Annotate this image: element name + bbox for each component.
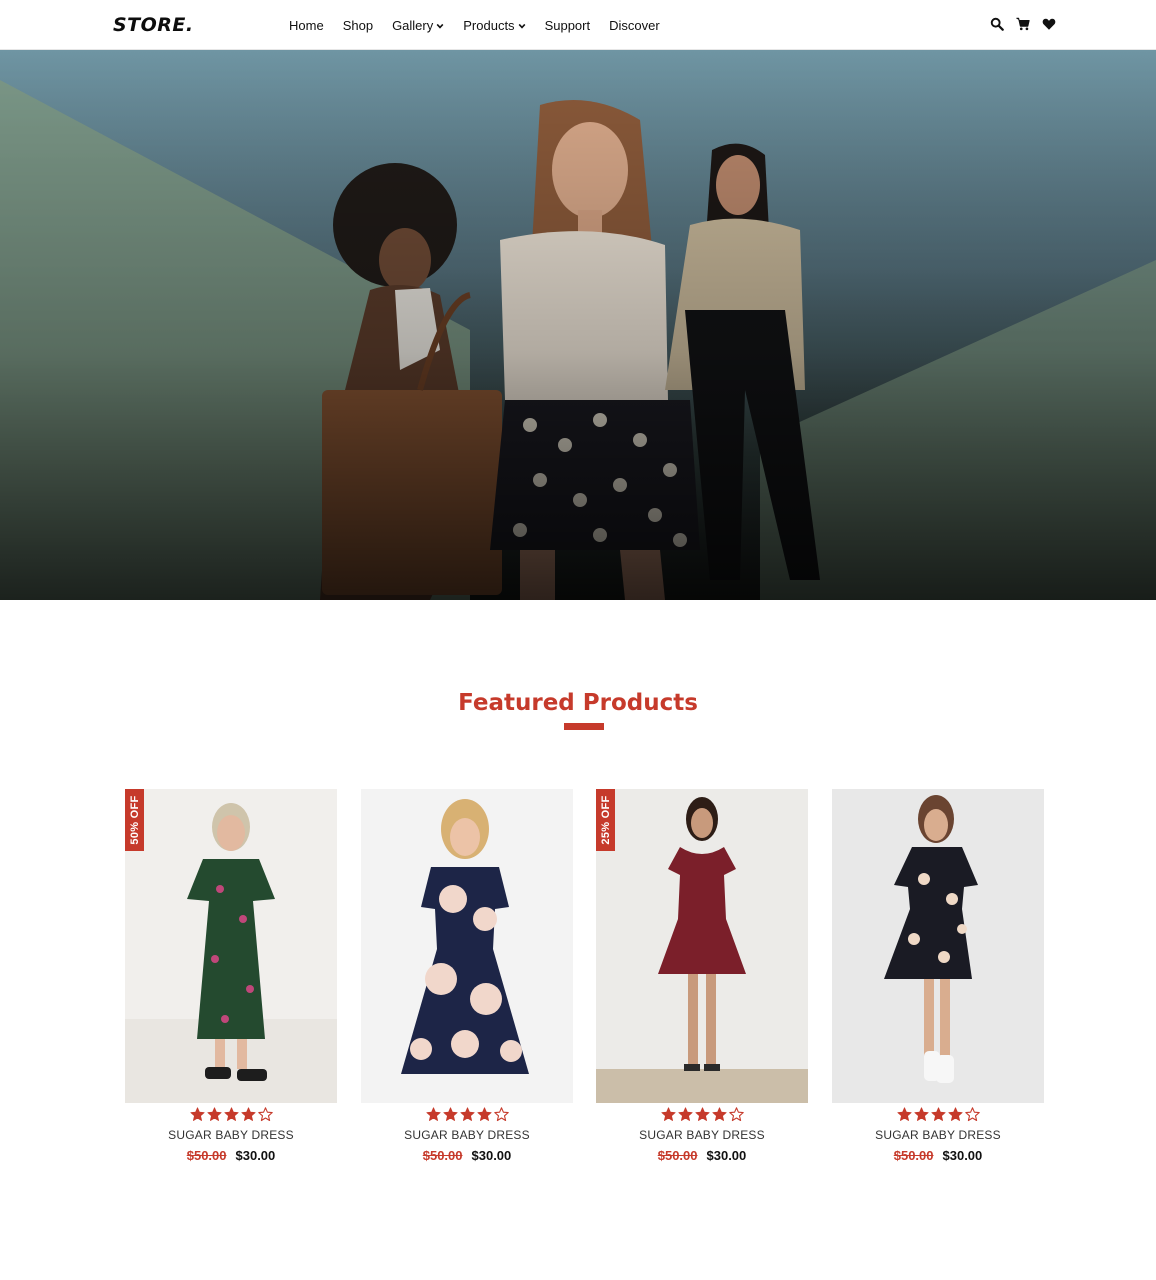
nav-item-label: Home [289, 18, 324, 33]
star-filled-icon [240, 1107, 256, 1121]
original-price: $50.00 [657, 1148, 698, 1163]
star-filled-icon [711, 1107, 727, 1121]
star-filled-icon [206, 1107, 222, 1121]
product-card[interactable]: SUGAR BABY DRESS $50.00 $30.00 [361, 789, 573, 1169]
nav-item-home[interactable]: Home [289, 18, 324, 33]
search-icon[interactable] [990, 17, 1004, 31]
nav-item-label: Discover [609, 18, 660, 33]
sale-price: $30.00 [706, 1148, 747, 1163]
star-filled-icon [930, 1107, 946, 1121]
discount-badge-label: 50% OFF [128, 795, 141, 845]
discount-badge: 50% OFF [125, 789, 144, 851]
product-image[interactable]: 50% OFF [125, 789, 337, 1103]
nav-item-support[interactable]: Support [545, 18, 591, 33]
star-filled-icon [947, 1107, 963, 1121]
nav-item-label: Products [463, 18, 515, 33]
product-price: $50.00 $30.00 [596, 1148, 808, 1163]
product-card[interactable]: SUGAR BABY DRESS $50.00 $30.00 [832, 789, 1044, 1169]
star-filled-icon [442, 1107, 458, 1121]
product-card[interactable]: 50% OFF SUGAR BABY DRESS $50.00 $30.00 [125, 789, 337, 1169]
star-filled-icon [459, 1107, 475, 1121]
product-name[interactable]: SUGAR BABY DRESS [361, 1128, 573, 1142]
nav-item-shop[interactable]: Shop [343, 18, 373, 33]
top-navbar: STORE. Home Shop Gallery Products Suppor… [0, 0, 1156, 50]
nav-item-label: Gallery [392, 18, 434, 33]
hero-image [0, 50, 1156, 600]
nav-item-gallery[interactable]: Gallery [392, 18, 444, 33]
product-price: $50.00 $30.00 [832, 1148, 1044, 1163]
rating-stars [832, 1107, 1044, 1122]
star-filled-icon [896, 1107, 912, 1121]
product-image[interactable] [832, 789, 1044, 1103]
nav-actions [990, 17, 1056, 31]
nav-item-products[interactable]: Products [463, 18, 525, 33]
brand-logo[interactable]: STORE. [113, 14, 194, 36]
original-price: $50.00 [422, 1148, 463, 1163]
title-underline [564, 723, 604, 730]
product-price: $50.00 $30.00 [361, 1148, 573, 1163]
nav-item-discover[interactable]: Discover [609, 18, 660, 33]
star-filled-icon [425, 1107, 441, 1121]
product-name[interactable]: SUGAR BABY DRESS [596, 1128, 808, 1142]
cart-icon[interactable] [1016, 17, 1030, 31]
product-card[interactable]: 25% OFF SUGAR BABY DRESS $50.00 $30.00 [596, 789, 808, 1169]
star-empty-icon [964, 1107, 980, 1122]
original-price: $50.00 [893, 1148, 934, 1163]
sale-price: $30.00 [235, 1148, 276, 1163]
product-price: $50.00 $30.00 [125, 1148, 337, 1163]
star-filled-icon [677, 1107, 693, 1121]
star-filled-icon [694, 1107, 710, 1121]
star-filled-icon [223, 1107, 239, 1121]
star-filled-icon [913, 1107, 929, 1121]
chevron-down-icon [518, 23, 525, 29]
star-filled-icon [660, 1107, 676, 1121]
product-name[interactable]: SUGAR BABY DRESS [832, 1128, 1044, 1142]
featured-products-title: Featured Products [458, 690, 698, 716]
rating-stars [596, 1107, 808, 1122]
star-empty-icon [493, 1107, 509, 1122]
main-nav: Home Shop Gallery Products Support Disco… [289, 18, 679, 33]
product-image[interactable]: 25% OFF [596, 789, 808, 1103]
heart-icon[interactable] [1042, 17, 1056, 31]
original-price: $50.00 [186, 1148, 227, 1163]
sale-price: $30.00 [942, 1148, 983, 1163]
product-name[interactable]: SUGAR BABY DRESS [125, 1128, 337, 1142]
chevron-down-icon [436, 23, 444, 29]
hero-banner [0, 50, 1156, 600]
rating-stars [361, 1107, 573, 1122]
sale-price: $30.00 [471, 1148, 512, 1163]
nav-item-label: Shop [342, 18, 374, 33]
star-filled-icon [189, 1107, 205, 1121]
nav-item-label: Support [544, 18, 591, 33]
star-empty-icon [728, 1107, 744, 1122]
product-image[interactable] [361, 789, 573, 1103]
rating-stars [125, 1107, 337, 1122]
discount-badge-label: 25% OFF [599, 795, 612, 845]
star-filled-icon [476, 1107, 492, 1121]
discount-badge: 25% OFF [596, 789, 615, 851]
star-empty-icon [257, 1107, 273, 1122]
